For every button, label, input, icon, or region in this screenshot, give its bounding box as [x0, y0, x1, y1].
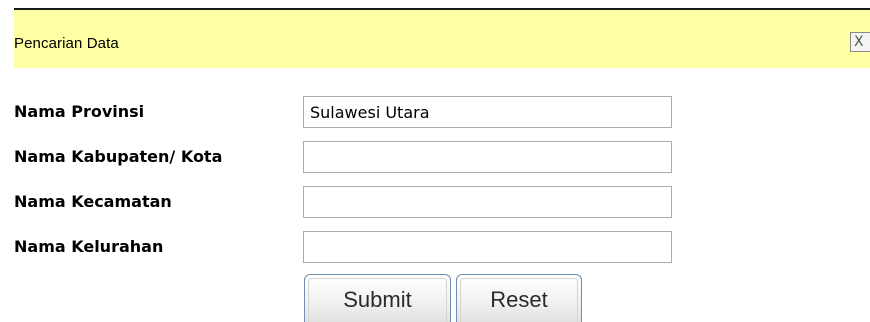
dialog-title: Pencarian Data: [14, 35, 119, 52]
reset-button-label: Reset: [490, 287, 548, 312]
kelurahan-label: Nama Kelurahan: [14, 237, 164, 256]
close-icon[interactable]: X: [854, 34, 864, 50]
submit-button-label: Submit: [343, 287, 412, 312]
submit-button[interactable]: Submit: [304, 274, 451, 322]
search-dialog: Pencarian Data X Nama Provinsi Nama Kabu…: [0, 0, 870, 322]
provinsi-label: Nama Provinsi: [14, 102, 145, 121]
kecamatan-input[interactable]: [303, 186, 672, 218]
kabupaten-input[interactable]: [303, 141, 672, 173]
close-button[interactable]: X: [850, 32, 870, 52]
kecamatan-label: Nama Kecamatan: [14, 192, 172, 211]
kelurahan-input[interactable]: [303, 231, 672, 263]
dialog-header: Pencarian Data X: [14, 8, 870, 68]
kabupaten-label: Nama Kabupaten/ Kota: [14, 147, 223, 166]
reset-button[interactable]: Reset: [456, 274, 582, 322]
provinsi-input[interactable]: [303, 96, 672, 128]
